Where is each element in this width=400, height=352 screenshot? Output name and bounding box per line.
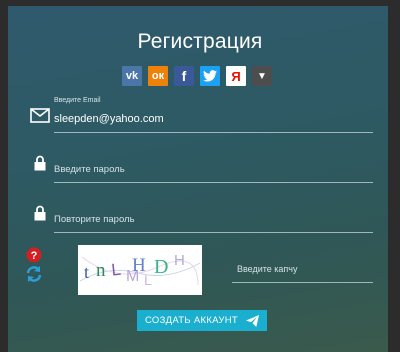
- registration-panel: [8, 6, 388, 352]
- password-underline: [54, 182, 373, 183]
- envelope-icon: [30, 108, 50, 123]
- odnoklassniki-login-button[interactable]: ок: [148, 66, 168, 86]
- error-question-icon: ?: [26, 247, 42, 263]
- email-underline: [54, 132, 373, 133]
- captcha-image: t n L M H L D H: [78, 245, 202, 295]
- svg-text:L: L: [110, 260, 121, 280]
- paper-plane-icon: [246, 314, 259, 327]
- password-field[interactable]: Введите пароль: [54, 164, 125, 175]
- chevron-down-icon: ▼: [257, 70, 267, 82]
- lock-icon: [34, 155, 46, 171]
- lock-icon: [34, 205, 46, 221]
- password-repeat-underline: [54, 232, 373, 233]
- svg-text:n: n: [96, 260, 106, 281]
- svg-text:L: L: [144, 272, 152, 288]
- twitter-login-button[interactable]: [200, 66, 220, 86]
- email-label: Введите Email: [54, 97, 101, 104]
- facebook-icon: f: [181, 68, 187, 84]
- page-title: Регистрация: [137, 30, 263, 53]
- facebook-login-button[interactable]: f: [174, 66, 194, 86]
- more-social-button[interactable]: ▼: [252, 66, 272, 86]
- svg-text:?: ?: [31, 250, 38, 262]
- email-field[interactable]: sleepden@yahoo.com: [54, 113, 164, 125]
- svg-text:D: D: [154, 256, 168, 278]
- social-login-bar: vk ок f Я ▼: [122, 66, 272, 86]
- captcha-field[interactable]: Введите капчу: [237, 264, 298, 274]
- create-account-button[interactable]: СОЗДАТЬ АККАУНТ: [137, 310, 267, 331]
- refresh-captcha-icon[interactable]: [25, 265, 43, 283]
- password-repeat-field[interactable]: Повторите пароль: [54, 214, 135, 225]
- captcha-graphic: t n L M H L D H: [79, 252, 201, 288]
- vk-icon: vk: [125, 70, 139, 82]
- vk-login-button[interactable]: vk: [122, 66, 142, 86]
- svg-text:t: t: [84, 262, 89, 282]
- svg-text:H: H: [174, 252, 185, 269]
- yandex-icon: Я: [231, 68, 241, 84]
- yandex-login-button[interactable]: Я: [226, 66, 246, 86]
- twitter-icon: [203, 70, 217, 82]
- create-account-label: СОЗДАТЬ АККАУНТ: [144, 315, 238, 326]
- captcha-underline: [232, 282, 373, 283]
- odnoklassniki-icon: ок: [151, 70, 165, 82]
